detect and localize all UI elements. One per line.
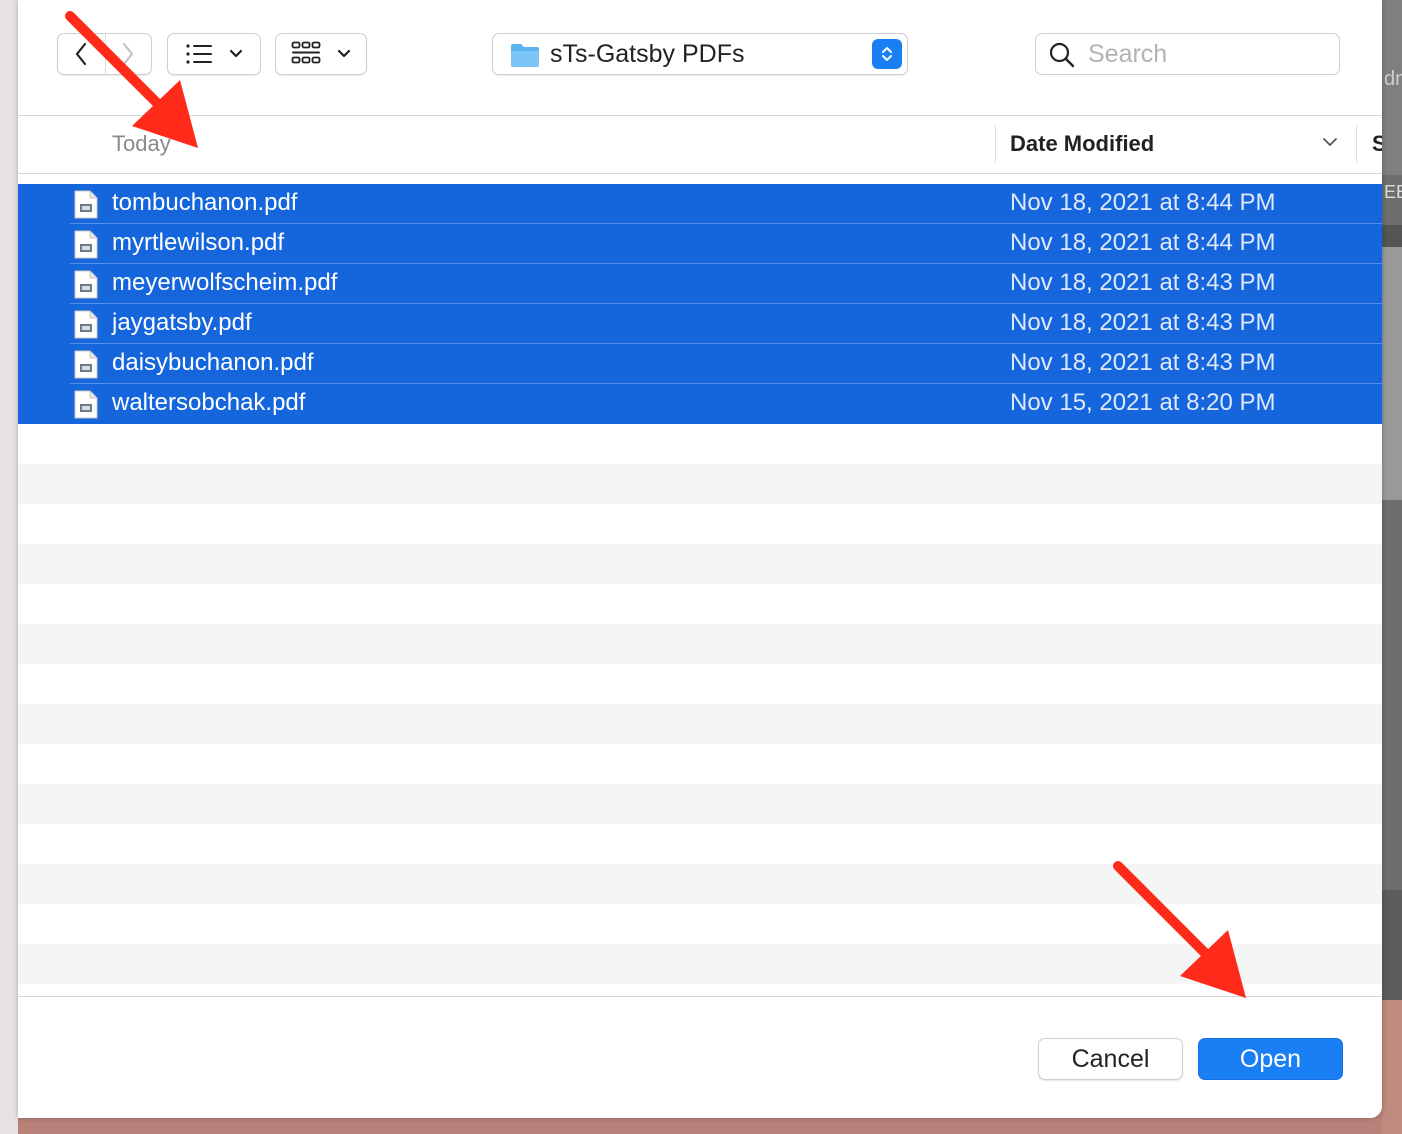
column-header: Today Date Modified S [18, 117, 1382, 174]
open-button[interactable]: Open [1198, 1038, 1343, 1080]
empty-row [18, 864, 1382, 904]
file-name: myrtlewilson.pdf [112, 229, 285, 256]
search-icon [1049, 42, 1075, 68]
background-window-left [0, 0, 18, 1134]
pdf-file-icon [74, 230, 98, 259]
file-row[interactable]: waltersobchak.pdf Nov 15, 2021 at 8:20 P… [18, 383, 1382, 424]
file-name: meyerwolfscheim.pdf [112, 269, 338, 296]
forward-button[interactable] [104, 34, 152, 74]
file-date: Nov 18, 2021 at 8:43 PM [1010, 269, 1276, 296]
pdf-file-icon [74, 190, 98, 219]
empty-row [18, 784, 1382, 824]
file-row[interactable]: jaygatsby.pdf Nov 18, 2021 at 8:43 PM [18, 303, 1382, 344]
file-row[interactable]: daisybuchanon.pdf Nov 18, 2021 at 8:43 P… [18, 343, 1382, 384]
group-view-button[interactable] [275, 33, 367, 75]
file-date: Nov 18, 2021 at 8:44 PM [1010, 189, 1276, 216]
grid-view-icon [291, 41, 321, 64]
folder-icon [511, 44, 539, 67]
group-header-today: Today [112, 131, 171, 156]
file-list: tombuchanon.pdf Nov 18, 2021 at 8:44 PM … [18, 184, 1382, 996]
navigation-buttons [57, 33, 152, 75]
pdf-file-icon [74, 390, 98, 419]
file-date: Nov 18, 2021 at 8:43 PM [1010, 349, 1276, 376]
pdf-file-icon [74, 310, 98, 339]
file-name: daisybuchanon.pdf [112, 349, 314, 376]
file-date: Nov 15, 2021 at 8:20 PM [1010, 389, 1276, 416]
file-row[interactable]: meyerwolfscheim.pdf Nov 18, 2021 at 8:43… [18, 263, 1382, 304]
dialog-footer: Cancel Open [18, 996, 1382, 1118]
cancel-button[interactable]: Cancel [1038, 1038, 1183, 1080]
back-button[interactable] [58, 34, 105, 74]
pdf-file-icon [74, 350, 98, 379]
stepper-icon [872, 39, 902, 69]
forward-chevron-icon [123, 42, 134, 66]
chevron-down-icon [337, 49, 351, 58]
list-view-icon [186, 44, 212, 64]
sort-chevron-icon[interactable] [1322, 137, 1338, 147]
column-divider[interactable] [995, 125, 996, 163]
open-file-dialog: sTs-Gatsby PDFs Today Date Modified S to… [18, 0, 1382, 1118]
empty-row [18, 464, 1382, 504]
location-label: sTs-Gatsby PDFs [550, 40, 745, 68]
search-input[interactable] [1088, 39, 1328, 69]
column-divider[interactable] [1356, 125, 1357, 163]
toolbar: sTs-Gatsby PDFs [18, 0, 1382, 116]
back-chevron-icon [76, 42, 87, 66]
pdf-file-icon [74, 270, 98, 299]
empty-row [18, 704, 1382, 744]
empty-row [18, 544, 1382, 584]
file-name: waltersobchak.pdf [112, 389, 306, 416]
chevron-down-icon [229, 49, 243, 58]
file-date: Nov 18, 2021 at 8:43 PM [1010, 309, 1276, 336]
search-field[interactable] [1035, 33, 1340, 75]
column-date-modified[interactable]: Date Modified [1010, 131, 1154, 157]
column-size[interactable]: S [1372, 131, 1382, 157]
list-view-button[interactable] [167, 33, 261, 75]
empty-row [18, 944, 1382, 984]
location-popup[interactable]: sTs-Gatsby PDFs [492, 33, 908, 75]
file-name: tombuchanon.pdf [112, 189, 298, 216]
file-row[interactable]: myrtlewilson.pdf Nov 18, 2021 at 8:44 PM [18, 223, 1382, 264]
background-peek-text: EE [1384, 182, 1402, 202]
empty-row [18, 624, 1382, 664]
background-window-right: dn EE [1382, 0, 1402, 1134]
file-date: Nov 18, 2021 at 8:44 PM [1010, 229, 1276, 256]
file-row[interactable]: tombuchanon.pdf Nov 18, 2021 at 8:44 PM [18, 184, 1382, 224]
background-peek-text: dn [1384, 68, 1402, 90]
file-name: jaygatsby.pdf [112, 309, 252, 336]
